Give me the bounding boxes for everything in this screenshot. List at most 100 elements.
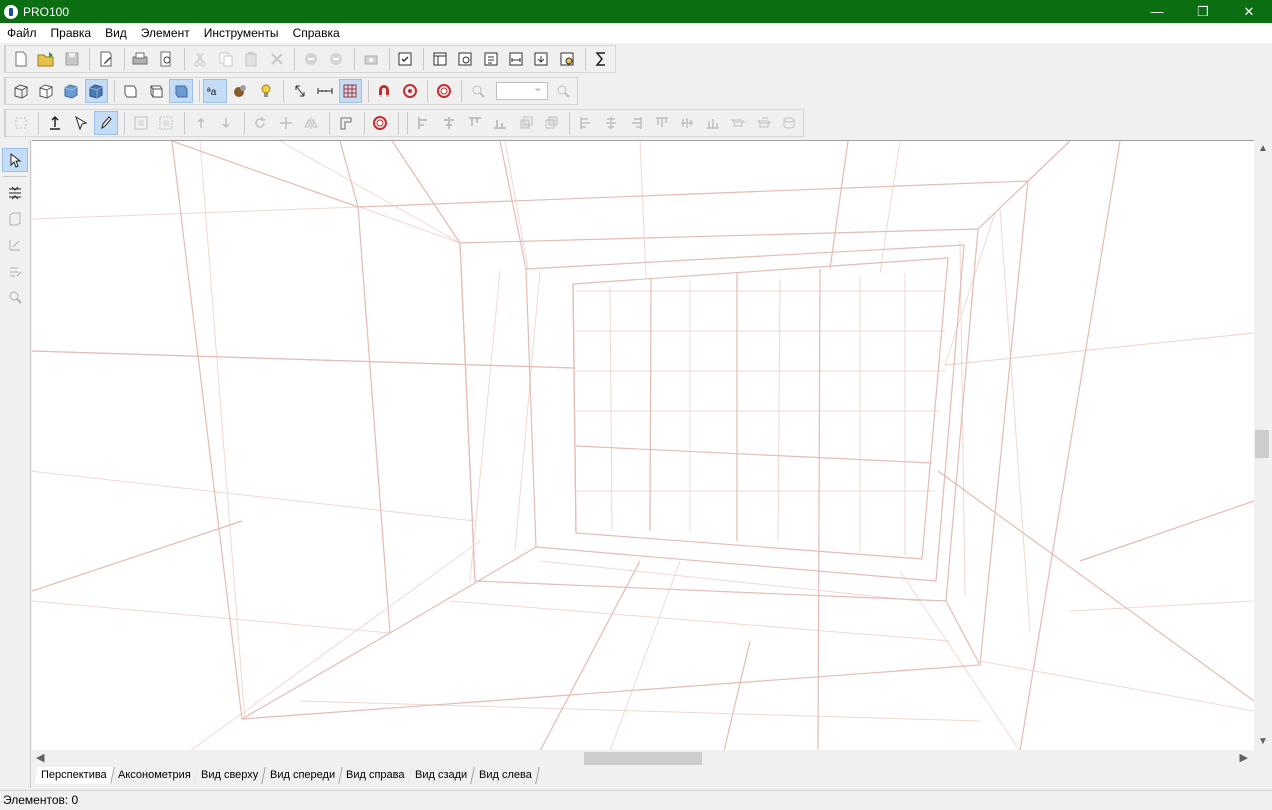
open-folder-icon[interactable] [34, 47, 57, 71]
tab-top-view[interactable]: Вид сверху [194, 767, 267, 784]
scroll-down-icon[interactable]: ▼ [1258, 736, 1268, 747]
align-hcenter-icon[interactable] [437, 111, 460, 135]
paste-icon[interactable] [239, 47, 262, 71]
shaded-view-icon[interactable] [169, 79, 193, 103]
search-zoom-icon[interactable] [2, 285, 28, 309]
center-target-icon[interactable] [369, 111, 392, 135]
menu-tools[interactable]: Инструменты [197, 23, 286, 43]
wireframe-view-icon[interactable] [119, 79, 142, 103]
close-button[interactable]: ✕ [1226, 0, 1272, 23]
save-icon[interactable] [60, 47, 83, 71]
tab-axonometry[interactable]: Аксонометрия [110, 767, 199, 784]
rotate-icon[interactable] [249, 111, 272, 135]
report-dimensions-icon[interactable] [504, 47, 527, 71]
vertical-scrollbar[interactable]: ▲ ▼ [1254, 140, 1272, 750]
toolbar-separator [3, 176, 27, 177]
lower-icon[interactable] [214, 111, 237, 135]
mirror-icon[interactable] [300, 111, 323, 135]
resize-icon[interactable] [2, 233, 28, 257]
menu-edit[interactable]: Правка [44, 23, 99, 43]
vertical-scroll-thumb[interactable] [1255, 430, 1269, 458]
report-settings-icon[interactable] [479, 47, 502, 71]
report-cost-icon[interactable] [555, 47, 578, 71]
align-front-icon[interactable] [514, 111, 537, 135]
group-icon[interactable] [129, 111, 152, 135]
rotate-cursor-icon[interactable] [69, 111, 92, 135]
center-view-icon[interactable] [432, 79, 455, 103]
snap-target-icon[interactable] [398, 79, 421, 103]
select-all-icon[interactable] [9, 111, 32, 135]
stack-3-icon[interactable] [778, 111, 801, 135]
raise-icon[interactable] [189, 111, 212, 135]
lightbulb-icon[interactable] [254, 79, 277, 103]
menu-view[interactable]: Вид [98, 23, 134, 43]
delete-icon[interactable] [265, 47, 288, 71]
distribute-top-icon[interactable] [650, 111, 673, 135]
ungroup-icon[interactable] [154, 111, 177, 135]
scroll-right-icon[interactable]: ▶ [1240, 751, 1248, 764]
align-bottom-icon[interactable] [488, 111, 511, 135]
scroll-up-icon[interactable]: ▲ [1258, 143, 1268, 154]
zoom-in-icon[interactable] [552, 79, 575, 103]
zoom-select[interactable] [495, 80, 548, 100]
align-left-icon[interactable] [412, 111, 435, 135]
minimize-button[interactable]: — [1134, 0, 1180, 23]
grid-icon[interactable] [338, 79, 362, 103]
box-icon[interactable] [2, 207, 28, 231]
report-table-icon[interactable] [428, 47, 451, 71]
shaded-cube-icon[interactable] [59, 79, 82, 103]
move-up-icon[interactable] [43, 111, 66, 135]
distribute-bottom-icon[interactable] [701, 111, 724, 135]
viewport-3d[interactable] [32, 140, 1254, 750]
horizontal-scrollbar[interactable]: ◀ ▶ [32, 750, 1254, 767]
print-preview-icon[interactable] [154, 47, 177, 71]
select-arrow-icon[interactable] [2, 148, 28, 172]
measure-icon[interactable] [313, 79, 336, 103]
tab-perspective[interactable]: Перспектива [34, 767, 115, 784]
scroll-left-icon[interactable]: ◀ [36, 751, 44, 764]
cut-icon[interactable] [189, 47, 212, 71]
menu-help[interactable]: Справка [286, 23, 347, 43]
move-icon[interactable] [274, 111, 297, 135]
distribute-middle-icon[interactable] [676, 111, 699, 135]
distribute-right-icon[interactable] [625, 111, 648, 135]
tab-front-view[interactable]: Вид спереди [262, 767, 343, 784]
camera-icon[interactable] [359, 47, 382, 71]
redo-icon[interactable] [325, 47, 348, 71]
tab-left-view[interactable]: Вид слева [471, 767, 540, 784]
dimension-icon[interactable] [288, 79, 311, 103]
distribute-left-icon[interactable] [574, 111, 597, 135]
copy-icon[interactable] [214, 47, 237, 71]
textured-cube-icon[interactable] [84, 79, 108, 103]
tab-back-view[interactable]: Вид сзади [408, 767, 476, 784]
attach-icon[interactable] [334, 111, 357, 135]
new-file-icon[interactable] [9, 47, 32, 71]
print-icon[interactable] [129, 47, 152, 71]
stack-2-icon[interactable] [752, 111, 775, 135]
sum-icon[interactable] [590, 47, 613, 71]
outline-view-icon[interactable] [144, 79, 167, 103]
stack-1-icon[interactable] [727, 111, 750, 135]
zoom-out-icon[interactable] [466, 79, 489, 103]
materials-icon[interactable] [229, 79, 252, 103]
align-back-icon[interactable] [539, 111, 562, 135]
horizontal-scroll-thumb[interactable] [584, 752, 702, 765]
report-export-icon[interactable] [530, 47, 553, 71]
distribute-center-icon[interactable] [599, 111, 622, 135]
edit-icon[interactable] [2, 259, 28, 283]
report-preview-icon[interactable] [453, 47, 476, 71]
checklist-icon[interactable] [394, 47, 417, 71]
edit-properties-icon[interactable] [94, 47, 117, 71]
wireframe-cube-icon[interactable] [9, 79, 32, 103]
outline-cube-icon[interactable] [34, 79, 57, 103]
align-top-icon[interactable] [463, 111, 486, 135]
draw-pencil-icon[interactable] [94, 111, 118, 135]
maximize-button[interactable]: ❐ [1180, 0, 1226, 23]
undo-icon[interactable] [299, 47, 322, 71]
menu-element[interactable]: Элемент [134, 23, 197, 43]
tab-right-view[interactable]: Вид справа [339, 767, 413, 784]
split-panel-icon[interactable] [2, 181, 28, 205]
menu-file[interactable]: Файл [0, 23, 44, 43]
text-labels-icon[interactable]: ªa [203, 79, 227, 103]
magnet-icon[interactable] [373, 79, 396, 103]
